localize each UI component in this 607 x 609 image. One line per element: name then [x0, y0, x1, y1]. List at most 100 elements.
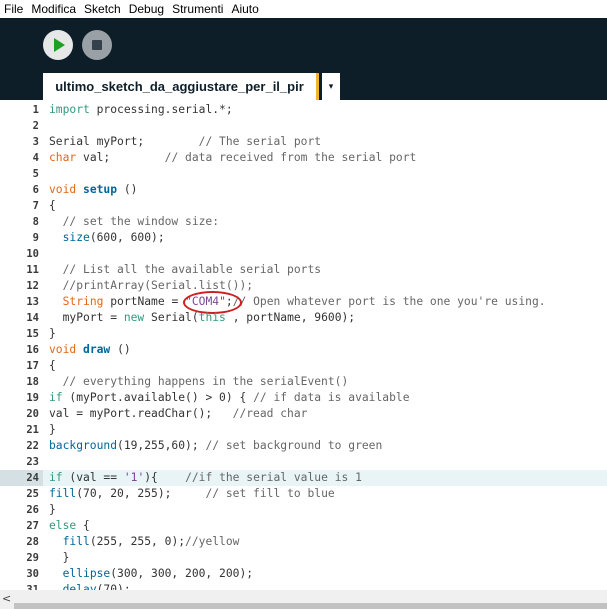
code-line[interactable]: 9 size(600, 600); — [0, 230, 607, 246]
code-text: // everything happens in the serialEvent… — [49, 374, 349, 390]
code-token: // Open whatever port is the one you're … — [232, 295, 546, 308]
line-number: 24 — [0, 470, 43, 486]
code-line[interactable]: 18 // everything happens in the serialEv… — [0, 374, 607, 390]
code-line[interactable]: 3 Serial myPort; // The serial port — [0, 134, 607, 150]
line-number: 12 — [26, 280, 39, 292]
code-line[interactable]: 17 { — [0, 358, 607, 374]
code-line[interactable]: 19 if (myPort.available() > 0) { // if da… — [0, 390, 607, 406]
code-token: } — [49, 423, 56, 436]
code-token: (300, 300, 200, 200); — [110, 567, 254, 580]
code-token: void — [49, 343, 77, 356]
line-number: 27 — [26, 520, 39, 532]
tab-menu-chevron-icon[interactable]: ▾ — [322, 73, 340, 100]
line-number: 2 — [32, 120, 39, 132]
code-line[interactable]: 29 } — [0, 550, 607, 566]
code-token: () — [117, 343, 131, 356]
line-number: 16 — [26, 344, 39, 356]
code-token: draw — [83, 343, 111, 356]
code-text: import processing.serial.*; — [49, 102, 233, 118]
code-token: , portName, 9600); — [232, 311, 356, 324]
code-line[interactable]: 12 //printArray(Serial.list()); — [0, 278, 607, 294]
scroll-left-arrow-icon[interactable]: < — [2, 590, 14, 609]
code-line[interactable]: 26} — [0, 502, 607, 518]
line-number: 21 — [26, 424, 39, 436]
line-number: 26 — [26, 504, 39, 516]
code-line[interactable]: 7{ — [0, 198, 607, 214]
code-line[interactable]: 1 import processing.serial.*; — [0, 102, 607, 118]
code-text: String portName = "COM4";// Open whateve… — [49, 294, 546, 310]
code-token: myPort = — [49, 311, 124, 324]
line-number: 8 — [32, 216, 39, 228]
menu-strumenti[interactable]: Strumenti — [168, 0, 227, 18]
line-number: 31 — [26, 584, 39, 590]
horizontal-scrollbar[interactable]: < — [0, 590, 607, 609]
code-token: //if the serial value is 1 — [185, 471, 362, 484]
code-line[interactable]: 23 — [0, 454, 607, 470]
code-line[interactable]: 31 delay(70); — [0, 582, 607, 590]
code-token: Serial( — [151, 311, 199, 324]
line-number: 28 — [26, 536, 39, 548]
scrollbar-thumb[interactable] — [14, 603, 607, 609]
code-token: // The serial port — [198, 135, 322, 148]
code-text: void setup () — [49, 182, 137, 198]
code-line[interactable]: 5 — [0, 166, 607, 182]
code-line[interactable]: 24 if (val == '1'){ //if the serial value… — [0, 470, 607, 486]
code-line[interactable]: 15} — [0, 326, 607, 342]
code-token: // set the window size: — [62, 215, 220, 228]
code-token: () — [123, 183, 138, 196]
code-token: ){ — [144, 471, 186, 484]
code-line[interactable]: 16 void draw () — [0, 342, 607, 358]
run-button[interactable] — [43, 30, 73, 60]
code-text: } — [49, 502, 56, 518]
code-line[interactable]: 6 void setup () — [0, 182, 607, 198]
code-line[interactable]: 10 — [0, 246, 607, 262]
code-line[interactable]: 21} — [0, 422, 607, 438]
code-line[interactable]: 14 myPort = new Serial(this , portName, … — [0, 310, 607, 326]
line-number: 22 — [26, 440, 39, 452]
code-line[interactable]: 8 // set the window size: — [0, 214, 607, 230]
code-line[interactable]: 25 fill(70, 20, 255); // set fill to blue — [0, 486, 607, 502]
code-token: { — [49, 199, 56, 212]
code-text: } — [49, 422, 56, 438]
line-number: 17 — [26, 360, 39, 372]
menu-debug[interactable]: Debug — [125, 0, 168, 18]
line-number: 30 — [26, 568, 39, 580]
menu-aiuto[interactable]: Aiuto — [227, 0, 262, 18]
code-line[interactable]: 4 char val; // data received from the ser… — [0, 150, 607, 166]
line-number: 25 — [26, 488, 39, 500]
line-number: 15 — [26, 328, 39, 340]
menu-file[interactable]: File — [0, 0, 27, 18]
code-token: (255, 255, 0); — [89, 535, 186, 548]
code-token: background — [49, 439, 118, 452]
code-token: void — [49, 183, 77, 196]
line-number: 4 — [32, 152, 39, 164]
menu-sketch[interactable]: Sketch — [80, 0, 125, 18]
code-editor[interactable]: 1 import processing.serial.*; 2 3 Serial myP… — [0, 100, 607, 590]
code-token: ellipse — [62, 567, 111, 580]
code-token: setup — [83, 183, 118, 196]
code-line[interactable]: 13 String portName = "COM4";// Open what… — [0, 291, 607, 314]
stop-button[interactable] — [82, 30, 112, 60]
code-line[interactable]: 20 val = myPort.readChar(); //read char — [0, 406, 607, 422]
code-token: fill — [49, 487, 77, 500]
code-line[interactable]: 28 fill(255, 255, 0);//yellow — [0, 534, 607, 550]
code-token: //read char — [232, 407, 308, 420]
sketch-tab[interactable]: ultimo_sketch_da_aggiustare_per_il_pir — [43, 73, 319, 100]
code-line[interactable]: 27 else { — [0, 518, 607, 534]
code-line[interactable]: 11 // List all the available serial port… — [0, 262, 607, 278]
menu-modifica[interactable]: Modifica — [27, 0, 80, 18]
code-token: (600, 600); — [89, 231, 165, 244]
code-text: else { — [49, 518, 90, 534]
code-line[interactable]: 2 — [0, 118, 607, 134]
line-number: 1 — [32, 104, 39, 116]
code-token: { — [49, 359, 56, 372]
code-token: (19,255,60); — [117, 439, 206, 452]
code-line[interactable]: 30 ellipse(300, 300, 200, 200); — [0, 566, 607, 582]
code-text: Serial myPort; // The serial port — [49, 134, 321, 150]
code-text: char val; // data received from the seri… — [49, 150, 416, 166]
code-line[interactable]: 22 background(19,255,60); // set backgrou… — [0, 438, 607, 454]
